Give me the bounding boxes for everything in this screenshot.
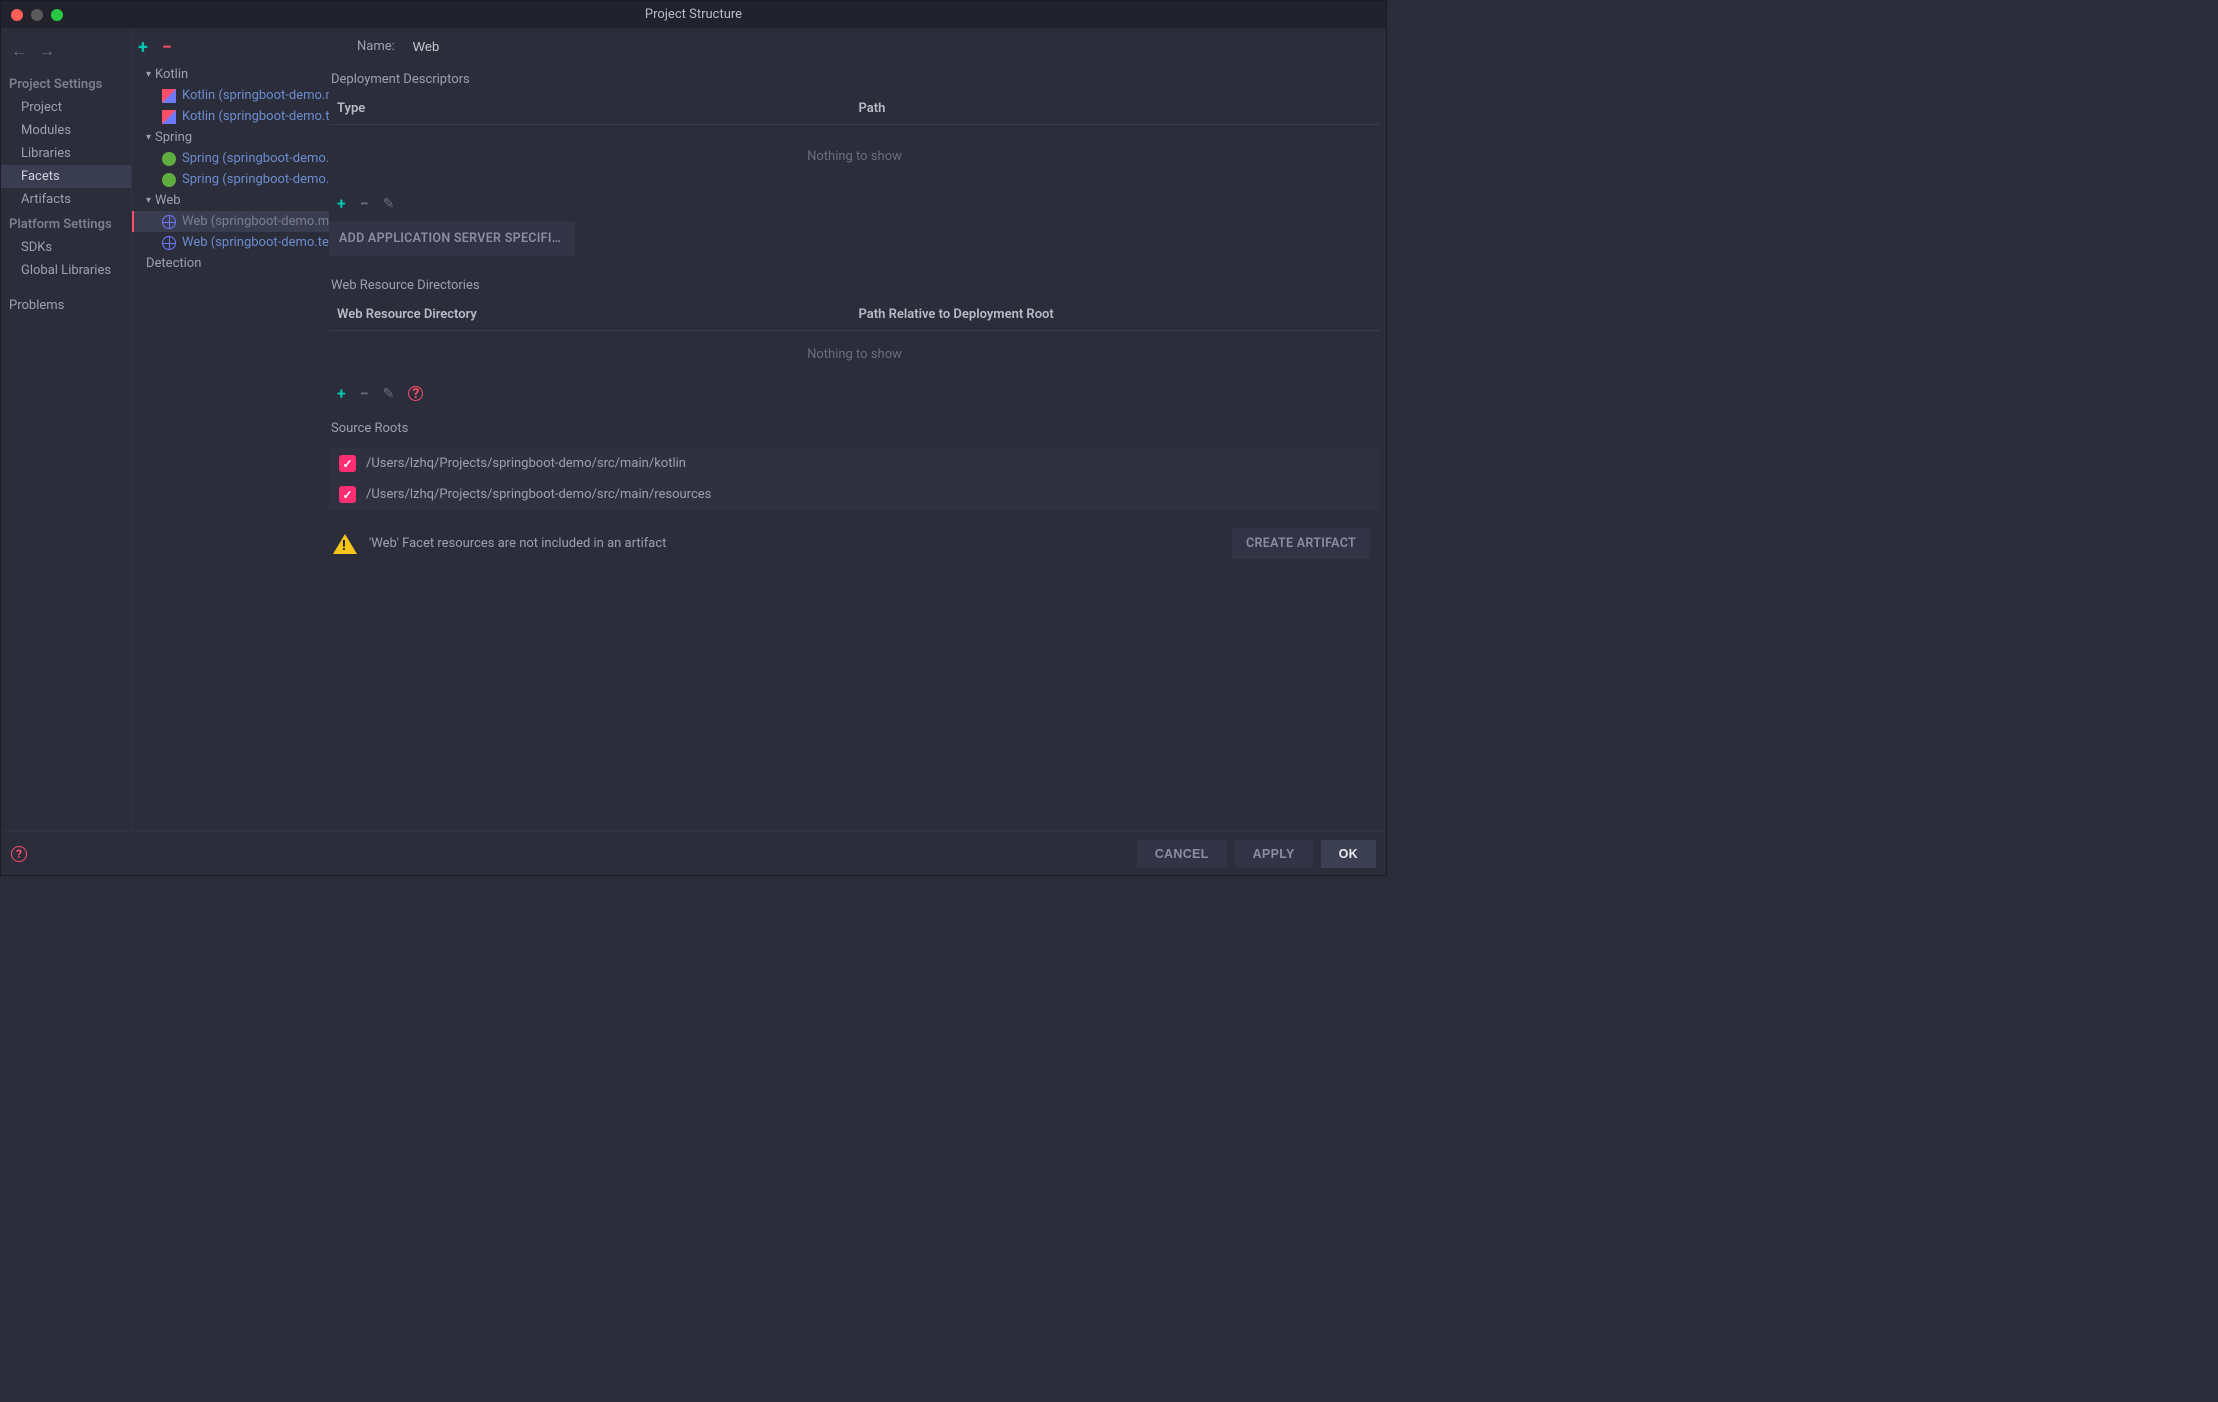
empty-webres: Nothing to show bbox=[329, 331, 1380, 378]
warning-row: 'Web' Facet resources are not included i… bbox=[329, 520, 1380, 567]
spring-icon bbox=[162, 173, 176, 187]
web-icon bbox=[162, 215, 176, 229]
facet-group-label: Spring bbox=[155, 130, 192, 145]
facet-web-main[interactable]: Web (springboot-demo.main) bbox=[132, 211, 329, 232]
warning-icon bbox=[333, 534, 357, 554]
facet-child-label: Web (springboot-demo.main) bbox=[182, 214, 351, 229]
col-web-resource-dir: Web Resource Directory bbox=[337, 307, 859, 322]
ok-button[interactable]: OK bbox=[1321, 840, 1376, 868]
nav-problems[interactable]: Problems bbox=[1, 294, 131, 317]
remove-webres-icon[interactable]: − bbox=[360, 384, 369, 403]
name-label: Name: bbox=[357, 39, 395, 54]
facet-tree-panel: + − ▾ Kotlin Kotlin (springboot-demo.mai… bbox=[131, 29, 329, 831]
facet-spring-test[interactable]: Spring (springboot-demo.test) bbox=[132, 169, 329, 190]
facet-group-kotlin[interactable]: ▾ Kotlin bbox=[132, 64, 329, 85]
spring-icon bbox=[162, 152, 176, 166]
facet-name-input[interactable] bbox=[409, 37, 1376, 56]
facet-child-label: Web (springboot-demo.test) bbox=[182, 235, 344, 250]
source-root-row[interactable]: /Users/lzhq/Projects/springboot-demo/src… bbox=[329, 479, 1380, 510]
section-deployment-descriptors: Deployment Descriptors bbox=[329, 66, 1380, 95]
col-type: Type bbox=[337, 101, 859, 116]
source-list: /Users/lzhq/Projects/springboot-demo/src… bbox=[329, 448, 1380, 510]
kotlin-icon bbox=[162, 89, 176, 103]
help-icon[interactable]: ? bbox=[11, 846, 27, 862]
nav-modules[interactable]: Modules bbox=[1, 119, 131, 142]
apply-button[interactable]: APPLY bbox=[1235, 840, 1313, 868]
window-controls bbox=[1, 9, 63, 21]
help-webres-icon[interactable]: ? bbox=[408, 386, 423, 401]
source-path: /Users/lzhq/Projects/springboot-demo/src… bbox=[366, 487, 711, 502]
section-project-settings: Project Settings bbox=[1, 71, 131, 96]
facet-spring-main[interactable]: Spring (springboot-demo.main) bbox=[132, 148, 329, 169]
window-title: Project Structure bbox=[645, 7, 742, 22]
footer-buttons: CANCEL APPLY OK bbox=[1137, 840, 1376, 868]
dialog-footer: ? CANCEL APPLY OK bbox=[1, 831, 1386, 875]
web-icon bbox=[162, 236, 176, 250]
add-descriptor-icon[interactable]: + bbox=[337, 194, 346, 213]
chevron-down-icon: ▾ bbox=[146, 132, 151, 143]
warning-text: 'Web' Facet resources are not included i… bbox=[369, 536, 1220, 551]
dialog-body: ← → Project Settings Project Modules Lib… bbox=[1, 29, 1386, 831]
facet-web-test[interactable]: Web (springboot-demo.test) bbox=[132, 232, 329, 253]
facet-toolbar: + − bbox=[132, 35, 329, 64]
content-scroll[interactable]: Deployment Descriptors Type Path Nothing… bbox=[329, 66, 1386, 831]
minimize-window-button[interactable] bbox=[31, 9, 43, 21]
facet-kotlin-main[interactable]: Kotlin (springboot-demo.main) bbox=[132, 85, 329, 106]
facet-tree: ▾ Kotlin Kotlin (springboot-demo.main) K… bbox=[132, 64, 329, 274]
cancel-button[interactable]: CANCEL bbox=[1137, 840, 1227, 868]
remove-facet-button[interactable]: − bbox=[162, 37, 172, 58]
empty-deploy: Nothing to show bbox=[329, 125, 1380, 188]
main-panel: Name: Deployment Descriptors Type Path N… bbox=[329, 29, 1386, 831]
facet-group-label: Web bbox=[155, 193, 181, 208]
zoom-window-button[interactable] bbox=[51, 9, 63, 21]
facet-child-label: Kotlin (springboot-demo.test) bbox=[182, 109, 352, 124]
titlebar: Project Structure bbox=[1, 1, 1386, 29]
name-row: Name: bbox=[329, 37, 1386, 66]
sidebar: ← → Project Settings Project Modules Lib… bbox=[1, 29, 131, 831]
section-source-roots: Source Roots bbox=[329, 407, 1380, 444]
nav-sdks[interactable]: SDKs bbox=[1, 236, 131, 259]
chevron-down-icon: ▾ bbox=[146, 69, 151, 80]
nav-forward-icon[interactable]: → bbox=[39, 41, 55, 61]
nav-libraries[interactable]: Libraries bbox=[1, 142, 131, 165]
chevron-down-icon: ▾ bbox=[146, 195, 151, 206]
facet-group-spring[interactable]: ▾ Spring bbox=[132, 127, 329, 148]
close-window-button[interactable] bbox=[11, 9, 23, 21]
source-checkbox[interactable] bbox=[339, 486, 356, 503]
table-header-deploy: Type Path bbox=[329, 95, 1380, 125]
facet-detection[interactable]: Detection bbox=[132, 253, 329, 274]
nav-project[interactable]: Project bbox=[1, 96, 131, 119]
add-webres-icon[interactable]: + bbox=[337, 384, 346, 403]
nav-facets[interactable]: Facets bbox=[1, 165, 131, 188]
webres-toolbar: + − ✎ ? bbox=[329, 378, 1380, 407]
source-checkbox[interactable] bbox=[339, 455, 356, 472]
edit-descriptor-icon[interactable]: ✎ bbox=[383, 196, 395, 212]
kotlin-icon bbox=[162, 110, 176, 124]
project-structure-dialog: Project Structure ← → Project Settings P… bbox=[0, 0, 1387, 876]
nav-arrows: ← → bbox=[1, 35, 131, 71]
col-path-relative: Path Relative to Deployment Root bbox=[859, 307, 1381, 322]
facet-group-label: Kotlin bbox=[155, 67, 188, 82]
facet-kotlin-test[interactable]: Kotlin (springboot-demo.test) bbox=[132, 106, 329, 127]
add-facet-button[interactable]: + bbox=[138, 37, 148, 58]
section-web-resource: Web Resource Directories bbox=[329, 272, 1380, 301]
deploy-toolbar: + − ✎ bbox=[329, 188, 1380, 217]
facet-group-web[interactable]: ▾ Web bbox=[132, 190, 329, 211]
nav-back-icon[interactable]: ← bbox=[11, 41, 27, 61]
add-server-descriptor-button[interactable]: ADD APPLICATION SERVER SPECIFIC DESCRIPT… bbox=[329, 221, 575, 256]
remove-descriptor-icon[interactable]: − bbox=[360, 194, 369, 213]
nav-artifacts[interactable]: Artifacts bbox=[1, 188, 131, 211]
col-path: Path bbox=[859, 101, 1381, 116]
table-header-webres: Web Resource Directory Path Relative to … bbox=[329, 301, 1380, 331]
nav-global-libraries[interactable]: Global Libraries bbox=[1, 259, 131, 282]
section-platform-settings: Platform Settings bbox=[1, 211, 131, 236]
edit-webres-icon[interactable]: ✎ bbox=[383, 386, 395, 402]
source-path: /Users/lzhq/Projects/springboot-demo/src… bbox=[366, 456, 686, 471]
create-artifact-button[interactable]: CREATE ARTIFACT bbox=[1232, 528, 1370, 559]
source-root-row[interactable]: /Users/lzhq/Projects/springboot-demo/src… bbox=[329, 448, 1380, 479]
